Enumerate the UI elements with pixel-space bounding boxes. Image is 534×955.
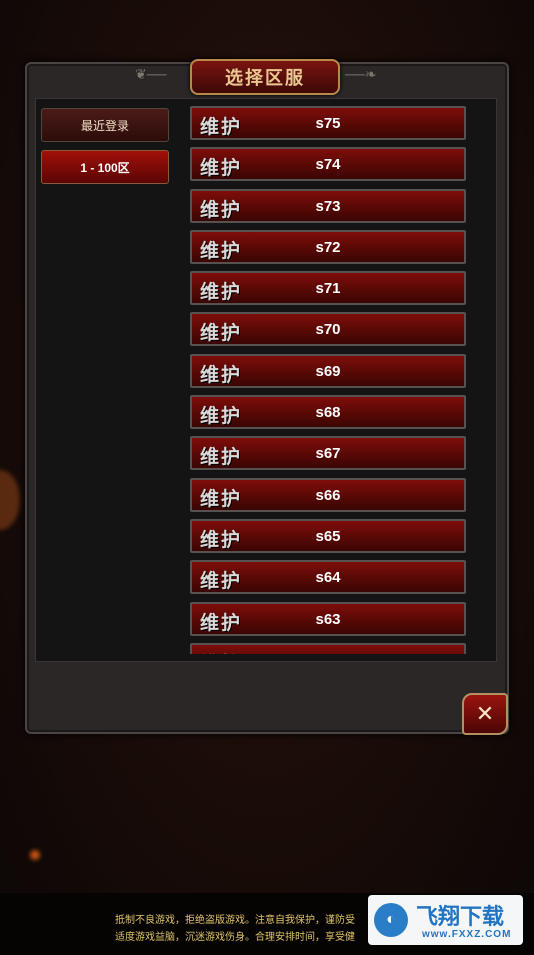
close-icon: ✕ [475, 701, 495, 726]
server-status: 维护 [200, 649, 242, 654]
bg-glow-left [0, 470, 20, 530]
tab-recent-login[interactable]: 最近登录 [41, 108, 169, 142]
server-name: s65 [315, 527, 341, 545]
watermark-url: www.FXXZ.COM [422, 929, 512, 940]
close-button[interactable]: ✕ [462, 693, 508, 735]
dialog-title: 选择区服 [190, 59, 340, 95]
server-row[interactable]: 维护 s66 [190, 477, 466, 512]
bg-glow-bottom [30, 850, 40, 860]
ornament-right: ──❧ [345, 66, 377, 82]
server-name: s71 [315, 280, 341, 298]
server-name: s75 [315, 115, 341, 132]
server-name: s72 [315, 238, 341, 256]
server-name: s64 [315, 569, 341, 587]
server-name: s69 [315, 362, 341, 380]
server-row[interactable]: 维护 s73 [190, 188, 466, 223]
server-name: s74 [315, 156, 341, 174]
server-row[interactable]: 维护 s65 [190, 518, 466, 553]
server-row[interactable]: 维护 s70 [190, 312, 466, 347]
server-row[interactable]: 维护 s72 [190, 229, 466, 264]
server-name: s67 [315, 445, 341, 463]
server-row[interactable]: 维护 [190, 642, 466, 654]
server-row[interactable]: 维护 s75 [190, 106, 466, 140]
server-name: s63 [315, 610, 341, 628]
ornament-left: ❦── [135, 66, 167, 82]
server-list[interactable]: 维护 s75 维护 s74 维护 s73 维护 s72 维护 s71 维护 s70 维护 s69 维护 s68… [190, 106, 468, 654]
server-row[interactable]: 维护 s69 [190, 353, 466, 388]
watermark-main-text: 飞翔下载 [416, 904, 505, 929]
server-row[interactable]: 维护 s63 [190, 601, 466, 636]
watermark: ◐ 飞翔下载 www.FXXZ.COM [368, 895, 523, 945]
server-name: s73 [315, 197, 341, 215]
server-row[interactable]: 维护 s67 [190, 436, 466, 471]
server-name: s68 [315, 404, 341, 422]
server-name: s66 [315, 486, 341, 504]
tab-servers-1-100[interactable]: 1 - 100区 [41, 150, 169, 184]
server-name: s70 [315, 321, 341, 339]
watermark-logo-icon: ◐ [374, 903, 408, 937]
server-row[interactable]: 维护 s64 [190, 560, 466, 595]
server-row[interactable]: 维护 s68 [190, 395, 466, 430]
server-row[interactable]: 维护 s74 [190, 147, 466, 182]
server-row[interactable]: 维护 s71 [190, 271, 466, 306]
